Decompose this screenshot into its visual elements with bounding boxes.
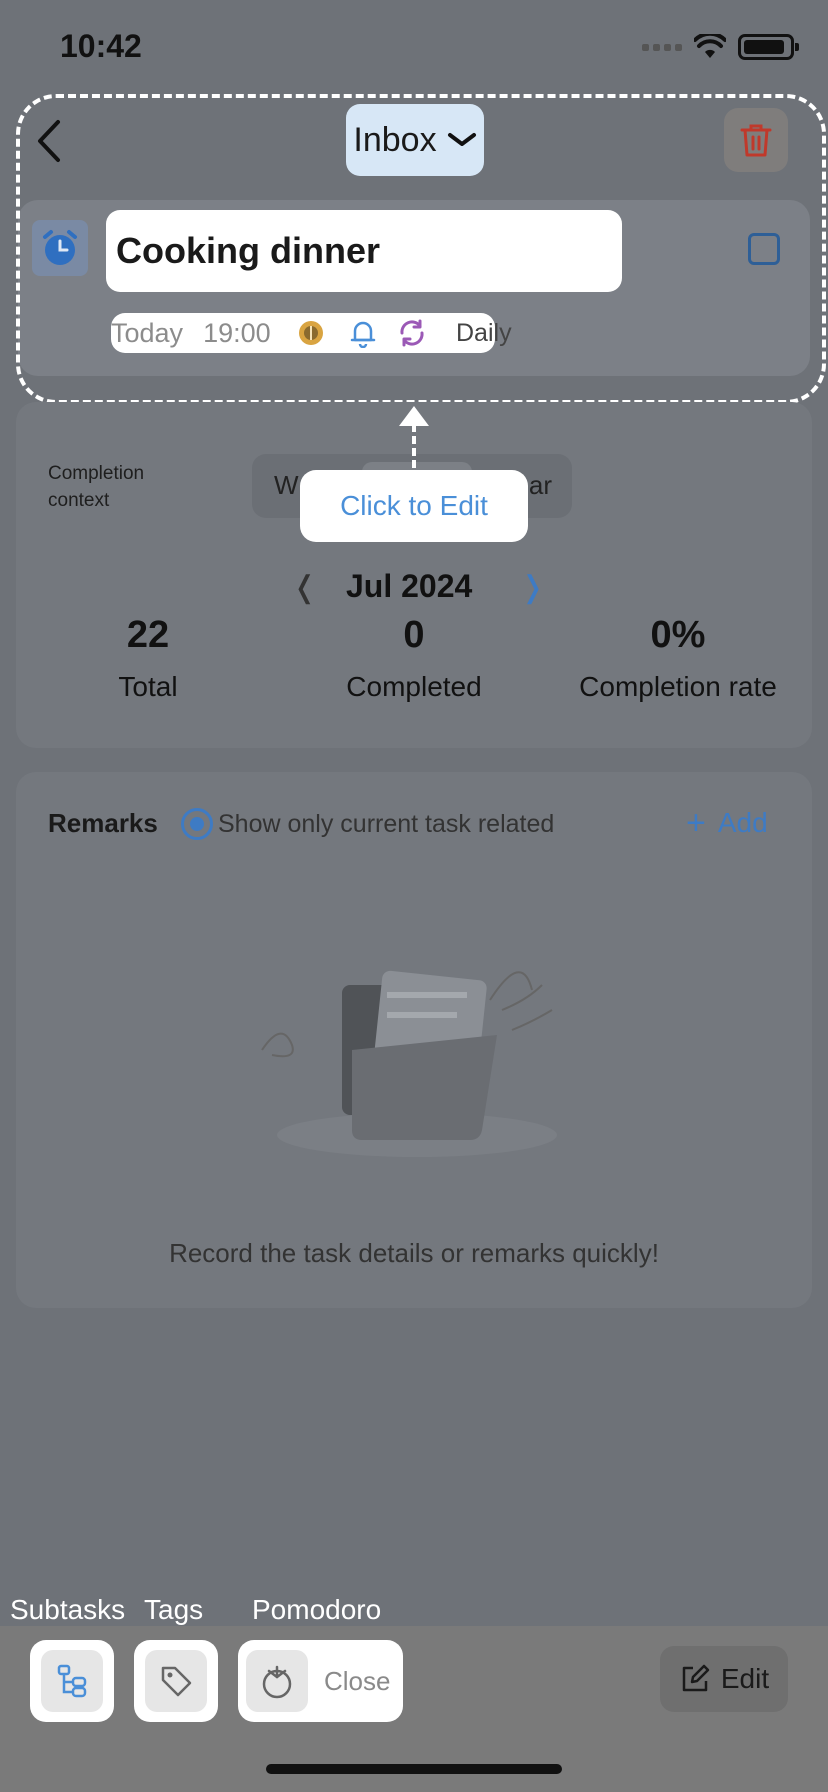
status-icons [642,34,799,60]
filter-label[interactable]: Show only current task related [218,810,554,839]
edit-icon [682,1664,710,1692]
stat-rate-label: Completion rate [579,671,777,702]
highlight-frame [16,94,826,404]
stat-total-value: 22 [126,614,170,656]
home-indicator [266,1764,562,1774]
stat-total: 22 Total [28,614,268,703]
pomodoro-state: Close [324,1665,391,1696]
edit-button[interactable]: Edit [660,1646,788,1712]
add-remark-button[interactable]: + Add [686,806,768,840]
stat-total-label: Total [118,671,178,702]
segment-week[interactable]: W [274,470,299,501]
tags-button[interactable] [134,1640,218,1722]
tomato-icon [262,1665,292,1699]
stat-completed: 0 Completed [294,614,534,703]
wifi-icon [694,34,726,58]
pomodoro-button[interactable]: Close [238,1640,403,1722]
prev-month-button[interactable]: ❬ [292,570,317,605]
filter-radio[interactable] [181,808,213,840]
tags-label: Tags [144,1594,204,1625]
status-time: 10:42 [60,28,142,64]
stat-completed-value: 0 [403,614,425,656]
stat-completed-label: Completed [346,671,482,702]
plus-icon: + [686,804,706,842]
edit-label: Edit [720,1663,770,1694]
remarks-title: Remarks [48,808,158,838]
pomodoro-label: Pomodoro [252,1594,382,1625]
tag-icon [161,1666,192,1697]
subtasks-icon [57,1664,87,1698]
click-to-edit-tooltip[interactable]: Click to Edit [300,470,528,542]
battery-icon [738,34,799,60]
next-month-button[interactable]: ❭ [520,570,545,605]
stat-rate-value: 0% [650,614,706,656]
segment-year[interactable]: ar [529,470,552,501]
tooltip-arrow [412,424,416,468]
tooltip-arrow-head [399,406,429,426]
subtasks-button[interactable] [30,1640,114,1722]
subtasks-label: Subtasks [10,1594,126,1625]
empty-remarks-text: Record the task details or remarks quick… [169,1238,659,1268]
month-label: Jul 2024 [346,568,473,604]
add-remark-label: Add [717,807,768,838]
empty-folder-illustration [261,970,557,1157]
stat-rate: 0% Completion rate [558,614,798,703]
completion-context-label: Completion context [48,463,145,511]
cellular-signal-icon [642,43,682,51]
